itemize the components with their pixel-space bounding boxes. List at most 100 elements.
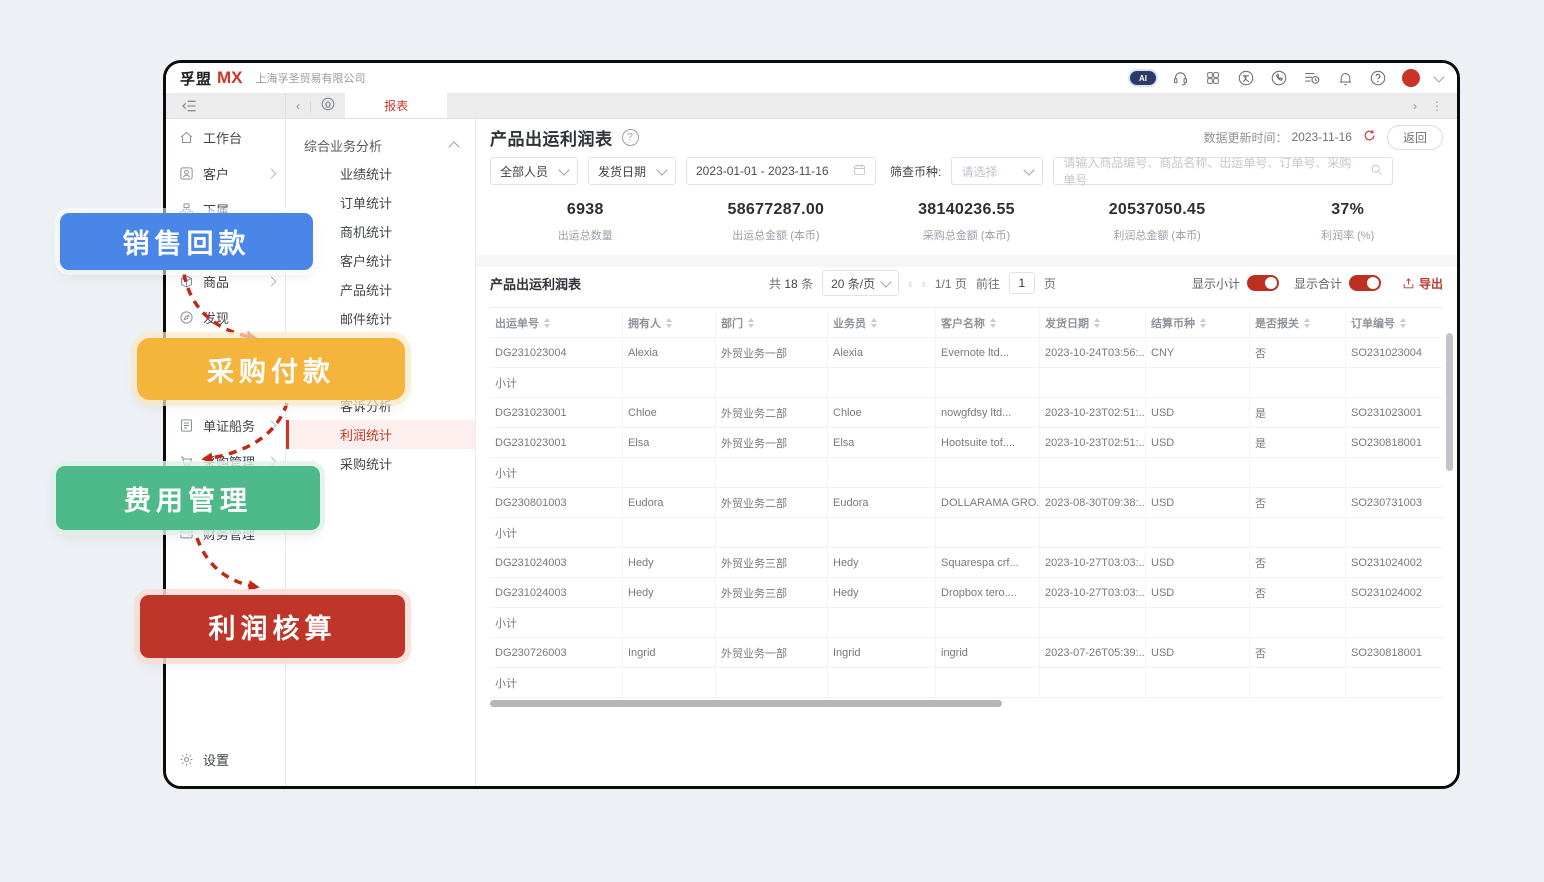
ai-assistant-icon[interactable]: AI	[1130, 71, 1156, 85]
section-divider	[476, 255, 1457, 267]
sidebar-item-customers[interactable]: 客户	[166, 155, 285, 191]
stat-profit-rate: 37% 利润率 (%)	[1252, 193, 1443, 251]
prev-page-icon[interactable]: ‹	[908, 276, 912, 291]
table-cell: Evernote ltd...	[936, 338, 1040, 367]
table-cell	[1346, 668, 1443, 697]
more-options-icon[interactable]: ⋮	[1431, 99, 1443, 113]
column-header[interactable]: 客户名称	[936, 308, 1040, 337]
table-subtotal-row[interactable]: 小计	[490, 518, 1443, 548]
table-row[interactable]: DG230801003Eudora外贸业务二部EudoraDOLLARAMA G…	[490, 488, 1443, 518]
export-button[interactable]: 导出	[1402, 275, 1443, 292]
stat-label: 利润总金额 (本币)	[1113, 227, 1200, 243]
contact-phone-icon[interactable]	[1270, 69, 1288, 87]
refresh-icon[interactable]	[1362, 128, 1377, 146]
sidebar-collapse[interactable]	[166, 93, 286, 118]
person-filter-dropdown[interactable]: 全部人员	[490, 157, 578, 185]
table-cell: nowgfdsy ltd...	[936, 398, 1040, 427]
stat-value: 38140236.55	[918, 201, 1015, 219]
help-circle-icon[interactable]: ?	[622, 129, 639, 146]
show-total-toggle[interactable]	[1349, 275, 1381, 291]
table-cell	[1040, 608, 1146, 637]
column-header[interactable]: 部门	[716, 308, 828, 337]
next-page-icon[interactable]: ›	[921, 276, 925, 291]
nav-back-icon[interactable]: ‹	[296, 99, 300, 113]
table-row[interactable]: DG231023001Elsa外贸业务一部ElsaHootsuite tof..…	[490, 428, 1443, 458]
submenu-item-email-stats[interactable]: 邮件统计	[286, 304, 475, 333]
table-subtotal-row[interactable]: 小计	[490, 608, 1443, 638]
table-row[interactable]: DG231023001Chloe外贸业务二部Chloenowgfdsy ltd.…	[490, 398, 1443, 428]
submenu-group-header[interactable]: 综合业务分析	[286, 131, 475, 159]
submenu-item-opportunity-stats[interactable]: 商机统计	[286, 217, 475, 246]
column-header[interactable]: 订单编号	[1346, 308, 1443, 337]
task-list-icon[interactable]	[1303, 69, 1321, 87]
sidebar-item-shipping-docs[interactable]: 单证船务	[166, 407, 285, 443]
horizontal-scrollbar-thumb[interactable]	[490, 700, 1002, 707]
submenu-item-order-stats[interactable]: 订单统计	[286, 188, 475, 217]
column-header[interactable]: 业务员	[828, 308, 936, 337]
apps-grid-icon[interactable]	[1204, 69, 1222, 87]
search-input[interactable]: 请输入商品编号、商品名称、出运单号、订单号、采购单号	[1053, 157, 1393, 185]
submenu-item-profit-stats[interactable]: 利润统计	[286, 420, 475, 449]
table-row[interactable]: DG231023004Alexia外贸业务一部AlexiaEvernote lt…	[490, 338, 1443, 368]
sort-icon	[748, 318, 754, 328]
goto-page-input[interactable]	[1009, 272, 1035, 294]
sort-icon	[666, 318, 672, 328]
brand: 孚盟 MX 上海孚圣贸易有限公司	[180, 68, 366, 89]
notifications-bell-icon[interactable]	[1336, 69, 1354, 87]
submenu-item-customer-stats[interactable]: 客户统计	[286, 246, 475, 275]
sidebar-item-workbench[interactable]: 工作台	[166, 119, 285, 155]
sidebar-item-settings[interactable]: 设置	[166, 741, 285, 777]
table-subtotal-row[interactable]: 小计	[490, 458, 1443, 488]
user-avatar[interactable]	[1402, 69, 1420, 87]
table-cell	[1040, 368, 1146, 397]
table-cell	[1346, 608, 1443, 637]
tab-reports[interactable]: 报表	[345, 93, 447, 118]
table-row[interactable]: DG231024003Hedy外贸业务三部HedySquarespa crf..…	[490, 548, 1443, 578]
table-cell	[1146, 608, 1250, 637]
table-cell: DG231024003	[490, 548, 623, 577]
customer-service-icon[interactable]	[1171, 69, 1189, 87]
table-cell: 小计	[490, 518, 623, 547]
search-placeholder: 请输入商品编号、商品名称、出运单号、订单号、采购单号	[1063, 154, 1362, 188]
date-range-picker[interactable]: 2023-01-01 - 2023-11-16	[686, 157, 876, 185]
table-cell	[1250, 458, 1346, 487]
back-button[interactable]: 返回	[1387, 125, 1443, 150]
table-cell: Ingrid	[623, 638, 716, 667]
sort-icon	[1304, 318, 1310, 328]
home-icon[interactable]	[321, 97, 335, 114]
table-cell	[623, 668, 716, 697]
currency-select[interactable]: 请选择	[951, 157, 1043, 185]
table-subtotal-row[interactable]: 小计	[490, 368, 1443, 398]
column-header[interactable]: 发货日期	[1040, 308, 1146, 337]
page-size-select[interactable]: 20 条/页	[822, 270, 899, 296]
help-icon[interactable]	[1369, 69, 1387, 87]
show-subtotal-toggle[interactable]	[1247, 275, 1279, 291]
table-toolbar: 产品出运利润表 共 18 条 20 条/页 ‹ › 1/1 页 前往	[490, 267, 1443, 299]
submenu-item-performance-stats[interactable]: 业绩统计	[286, 159, 475, 188]
date-type-dropdown[interactable]: 发货日期	[588, 157, 676, 185]
translate-icon[interactable]	[1237, 69, 1255, 87]
table-cell: USD	[1146, 428, 1250, 457]
table-row[interactable]: DG231024003Hedy外贸业务三部HedyDropbox tero...…	[490, 578, 1443, 608]
column-header[interactable]: 拥有人	[623, 308, 716, 337]
table-cell: DG231023001	[490, 428, 623, 457]
table-cell: 外贸业务一部	[716, 428, 828, 457]
table-cell	[716, 368, 828, 397]
table-cell	[936, 368, 1040, 397]
vertical-scrollbar-thumb[interactable]	[1446, 333, 1453, 471]
table-cell: SO231023001	[1346, 398, 1443, 427]
chevron-down-icon[interactable]	[1433, 71, 1444, 82]
submenu-item-product-stats[interactable]: 产品统计	[286, 275, 475, 304]
table-cell	[936, 668, 1040, 697]
table-subtotal-row[interactable]: 小计	[490, 668, 1443, 698]
column-header[interactable]: 是否报关	[1250, 308, 1346, 337]
chevron-down-icon	[558, 164, 569, 175]
sidebar-item-label: 工作台	[203, 128, 242, 147]
column-header[interactable]: 出运单号	[490, 308, 623, 337]
sidebar-item-discover[interactable]: 发现	[166, 299, 285, 335]
table-row[interactable]: DG230726003Ingrid外贸业务一部Ingridingrid2023-…	[490, 638, 1443, 668]
column-header[interactable]: 结算币种	[1146, 308, 1250, 337]
table-cell: Hootsuite tof....	[936, 428, 1040, 457]
nav-forward-icon[interactable]: ›	[1413, 99, 1417, 113]
table-cell	[1346, 458, 1443, 487]
